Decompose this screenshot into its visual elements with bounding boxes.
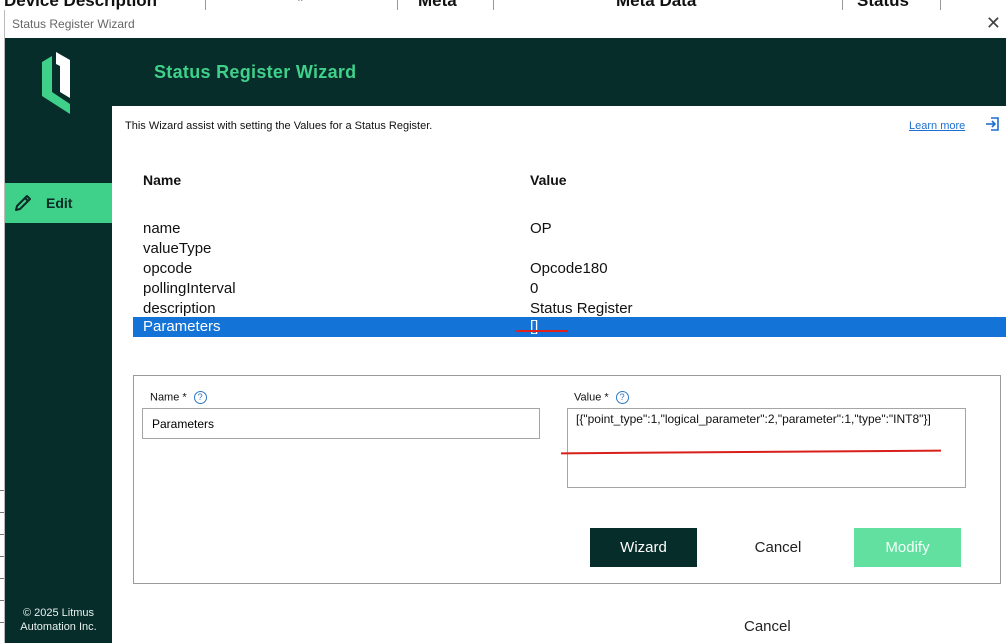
wizard-dialog: Status Register Wizard ✕ Edit © 2025 Lit… bbox=[4, 10, 1006, 643]
litmus-logo-icon bbox=[40, 52, 72, 119]
value-label: Value *? bbox=[574, 391, 629, 404]
learn-more-link[interactable]: Learn more bbox=[909, 120, 965, 132]
name-label-text: Name * bbox=[150, 391, 187, 404]
sidebar-item-label: Edit bbox=[46, 195, 73, 211]
wizard-button[interactable]: Wizard bbox=[590, 528, 697, 567]
row-name: description bbox=[143, 300, 216, 317]
close-icon[interactable]: ✕ bbox=[986, 13, 1001, 34]
copyright: © 2025 Litmus Automation Inc. bbox=[5, 606, 112, 634]
column-header-name: Name bbox=[143, 172, 182, 188]
help-icon[interactable]: ? bbox=[615, 391, 629, 404]
title-bar: Status Register Wizard ✕ bbox=[5, 10, 1006, 38]
dialog-cancel-button[interactable]: Cancel bbox=[744, 618, 791, 635]
row-value: [] bbox=[530, 318, 539, 335]
page-title: Status Register Wizard bbox=[154, 62, 357, 82]
window-title: Status Register Wizard bbox=[12, 17, 135, 31]
row-name: name bbox=[143, 220, 181, 237]
cancel-button[interactable]: Cancel bbox=[724, 528, 832, 567]
table-row[interactable]: description Status Register bbox=[133, 299, 1006, 319]
sidebar: Edit © 2025 Litmus Automation Inc. bbox=[5, 38, 112, 643]
wizard-content: This Wizard assist with setting the Valu… bbox=[112, 106, 1006, 643]
table-row[interactable]: name OP bbox=[133, 219, 1006, 239]
row-value: OP bbox=[530, 220, 552, 237]
intro-text: This Wizard assist with setting the Valu… bbox=[125, 120, 433, 132]
row-value: Opcode180 bbox=[530, 260, 608, 277]
table-row[interactable]: pollingInterval 0 bbox=[133, 279, 1006, 299]
table-row[interactable]: valueType bbox=[133, 239, 1006, 259]
wizard-header: Status Register Wizard bbox=[112, 38, 1006, 106]
external-link-icon[interactable] bbox=[984, 116, 1000, 137]
copyright-line-2: Automation Inc. bbox=[20, 621, 97, 633]
name-label: Name *? bbox=[150, 391, 207, 404]
parameter-edit-form: Name *? Value *? [{"point_type":1,"logic… bbox=[133, 375, 1001, 584]
value-label-text: Value * bbox=[574, 391, 609, 404]
table-row-selected[interactable]: Parameters [] bbox=[133, 317, 1006, 337]
sidebar-item-edit[interactable]: Edit bbox=[5, 183, 112, 223]
help-icon[interactable]: ? bbox=[193, 391, 207, 404]
row-value: Status Register bbox=[530, 300, 633, 317]
row-name: opcode bbox=[143, 260, 193, 277]
row-name: valueType bbox=[143, 240, 212, 257]
row-name: pollingInterval bbox=[143, 280, 236, 297]
value-field[interactable]: [{"point_type":1,"logical_parameter":2,"… bbox=[567, 408, 966, 488]
column-header-value: Value bbox=[530, 172, 567, 188]
modify-button[interactable]: Modify bbox=[854, 528, 961, 567]
name-field[interactable] bbox=[142, 408, 540, 439]
red-annotation-underline bbox=[516, 330, 568, 332]
row-value: 0 bbox=[530, 280, 539, 297]
row-name: Parameters bbox=[143, 318, 221, 335]
pencil-icon bbox=[13, 193, 33, 216]
table-row[interactable]: opcode Opcode180 bbox=[133, 259, 1006, 279]
copyright-line-1: © 2025 Litmus bbox=[22, 607, 95, 619]
